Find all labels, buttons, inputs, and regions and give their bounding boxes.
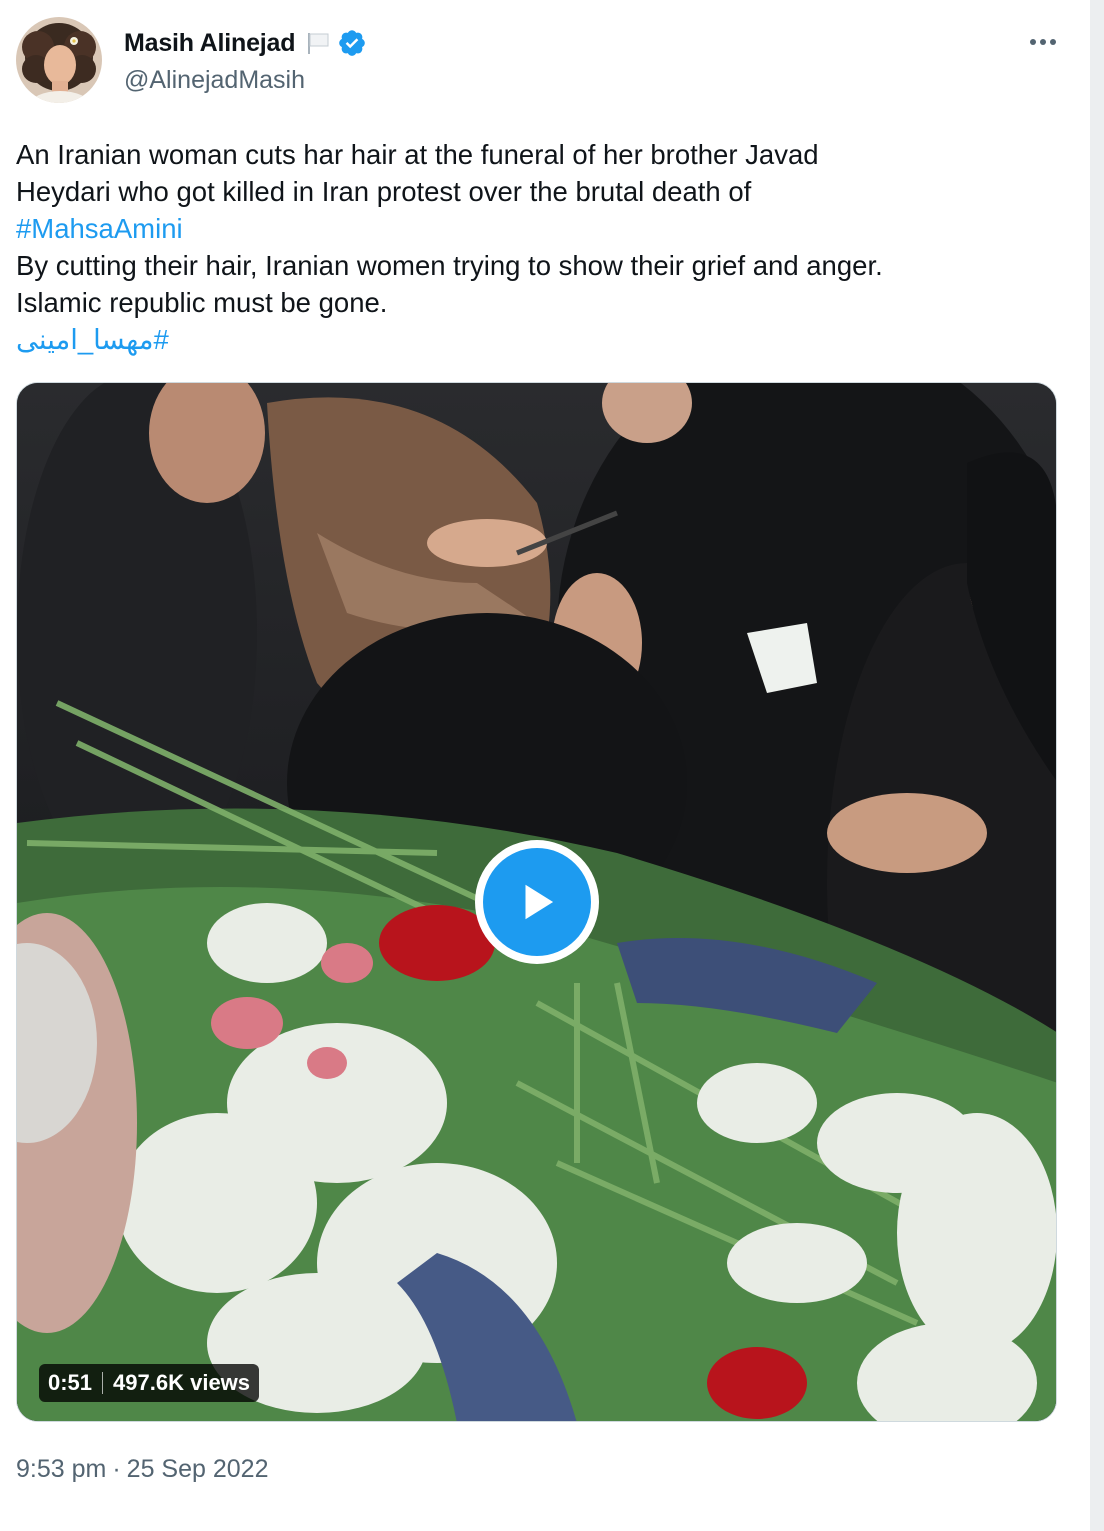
badge-divider xyxy=(102,1372,104,1394)
more-options-icon[interactable] xyxy=(1026,30,1060,54)
tweet-text-line: An Iranian woman cuts har hair at the fu… xyxy=(16,139,819,170)
avatar-image xyxy=(16,17,102,103)
tweet-timestamp[interactable]: 9:53 pm · 25 Sep 2022 xyxy=(16,1455,268,1484)
verified-badge-icon xyxy=(337,28,367,58)
hashtag-link[interactable]: #MahsaAmini xyxy=(16,210,1076,247)
video-view-count: 497.6K views xyxy=(113,1370,251,1395)
tweet-card: Masih Alinejad @AlinejadMasih An Iranian… xyxy=(0,0,1090,1531)
more-dot xyxy=(1030,39,1036,45)
tweet-date: 25 Sep 2022 xyxy=(126,1455,269,1483)
author-name-row: Masih Alinejad xyxy=(124,28,367,58)
play-button[interactable] xyxy=(475,840,599,964)
page-edge xyxy=(1090,0,1104,1531)
author-handle[interactable]: @AlinejadMasih xyxy=(124,66,305,95)
tweet-text-line: Islamic republic must be gone. xyxy=(16,287,388,318)
more-dot xyxy=(1050,39,1056,45)
video-player[interactable]: 0:51 497.6K views xyxy=(16,382,1057,1422)
avatar[interactable] xyxy=(16,17,102,103)
hashtag-link-persian[interactable]: #مهسا_امینی xyxy=(16,324,169,355)
tweet-time: 9:53 pm xyxy=(16,1455,107,1483)
tweet-text: An Iranian woman cuts har hair at the fu… xyxy=(16,136,1076,358)
video-stats-badge: 0:51 497.6K views xyxy=(39,1364,260,1402)
video-duration: 0:51 xyxy=(48,1370,93,1395)
play-button-fill xyxy=(483,848,591,956)
author-display-name[interactable]: Masih Alinejad xyxy=(124,29,296,58)
timestamp-separator: · xyxy=(112,1455,121,1483)
white-flag-icon xyxy=(305,30,331,56)
play-icon xyxy=(525,884,554,920)
more-dot xyxy=(1040,39,1046,45)
tweet-text-line: Heydari who got killed in Iran protest o… xyxy=(16,176,752,207)
tweet-text-line: By cutting their hair, Iranian women try… xyxy=(16,250,883,281)
